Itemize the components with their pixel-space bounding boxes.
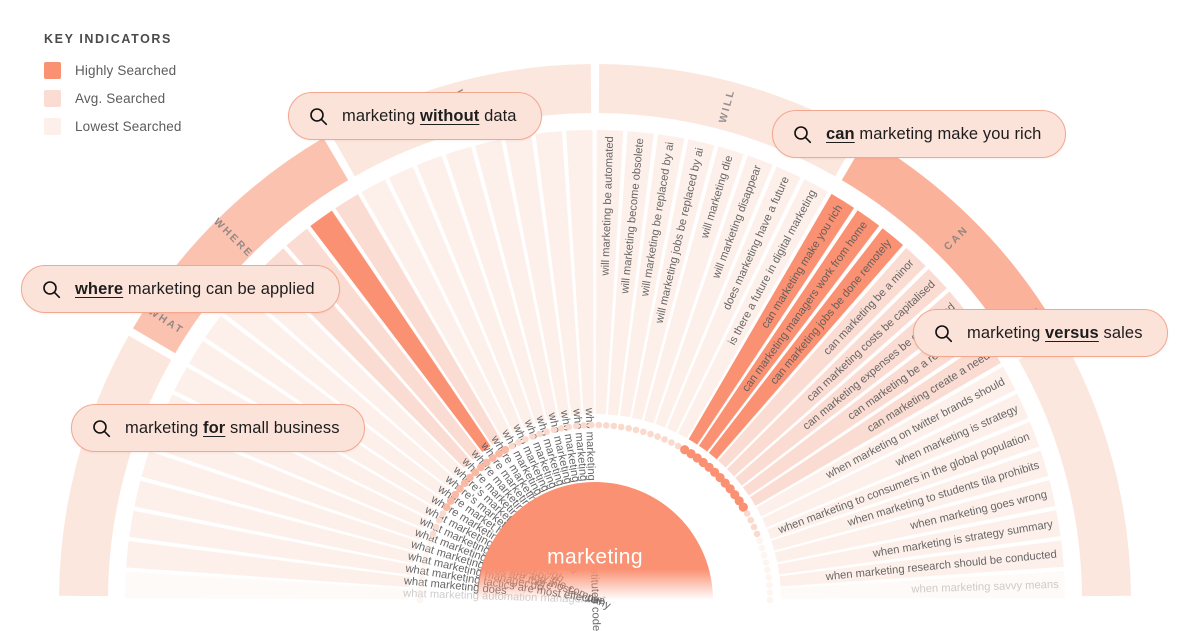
legend-label-high: Highly Searched [75,63,177,78]
search-bubble-for[interactable]: marketing for small business [71,404,365,452]
search-bubble-text: marketing without data [342,106,517,125]
search-bubble-versus[interactable]: marketing versus sales [913,309,1168,357]
search-bubble-where[interactable]: where marketing can be applied [21,265,340,313]
search-icon [794,125,812,143]
search-bubble-can[interactable]: can marketing make you rich [772,110,1067,158]
legend-label-avg: Avg. Searched [75,91,166,106]
legend-label-low: Lowest Searched [75,119,182,134]
legend-swatch-avg [44,90,61,107]
search-bubble-without[interactable]: marketing without data [288,92,542,140]
legend: KEY INDICATORS Highly Searched Avg. Sear… [44,32,182,146]
search-bubble-text: where marketing can be applied [75,279,315,298]
center-keyword-label: marketing [547,546,643,569]
legend-item-avg: Avg. Searched [44,90,182,107]
visualization-canvas: what marketing automation managementwhat… [0,0,1180,638]
legend-swatch-low [44,118,61,135]
legend-item-low: Lowest Searched [44,118,182,135]
search-icon [93,419,111,437]
legend-swatch-high [44,62,61,79]
search-icon [43,280,61,298]
search-icon [310,107,328,125]
search-icon [935,324,953,342]
search-bubble-text: can marketing make you rich [826,124,1042,143]
search-bubble-text: marketing versus sales [967,323,1143,342]
search-bubble-text: marketing for small business [125,418,340,437]
legend-item-high: Highly Searched [44,62,182,79]
legend-title: KEY INDICATORS [44,32,172,46]
